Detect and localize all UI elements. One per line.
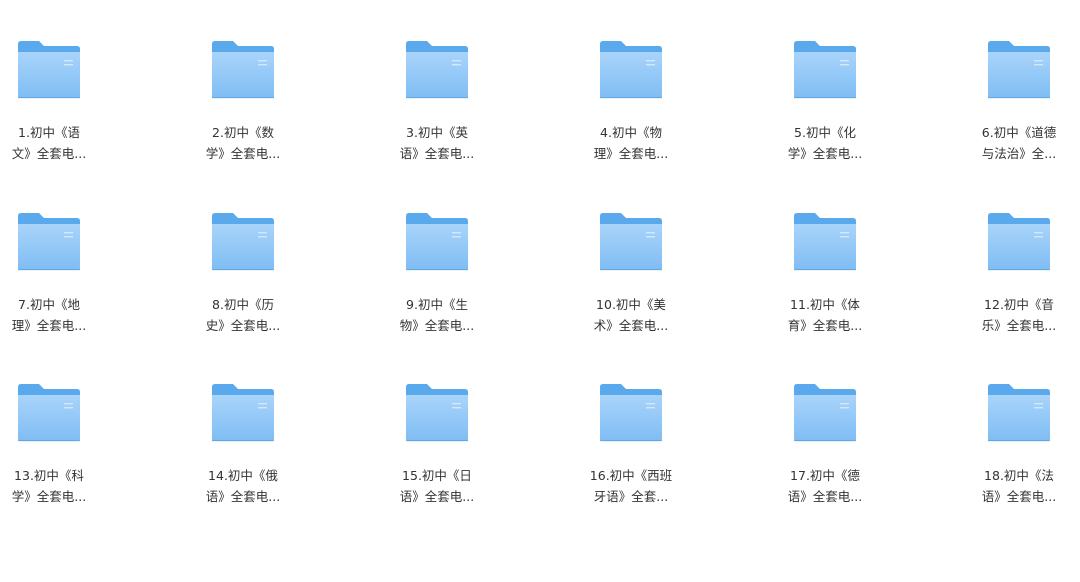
folder-icon[interactable] [987, 40, 1051, 100]
folder-item[interactable]: 10.初中《美 术》全套电... [582, 212, 702, 362]
folder-icon[interactable] [405, 212, 469, 272]
folder-label-line1: 7.初中《地 [18, 297, 80, 312]
folder-icon[interactable] [793, 40, 857, 100]
folder-label: 17.初中《德 语》全套电... [776, 465, 874, 507]
folder-label-line1: 9.初中《生 [406, 297, 468, 312]
folder-label-line2: 语》全套电... [399, 489, 475, 504]
folder-icon[interactable] [987, 383, 1051, 443]
folder-label-line2: 理》全套电... [593, 146, 669, 161]
folder-label-line2: 文》全套电... [11, 146, 87, 161]
folder-label-line2: 与法治》全... [981, 146, 1057, 161]
folder-label: 9.初中《生 物》全套电... [388, 294, 486, 336]
folder-label: 6.初中《道德 与法治》全... [970, 122, 1068, 164]
folder-label-line2: 语》全套电... [981, 489, 1057, 504]
folder-label-line1: 16.初中《西班 [589, 468, 673, 483]
folder-label-line1: 11.初中《体 [790, 297, 860, 312]
folder-item[interactable]: 1.初中《语 文》全套电... [0, 40, 120, 190]
folder-label-line1: 18.初中《法 [984, 468, 1054, 483]
folder-label-line2: 物》全套电... [399, 318, 475, 333]
folder-label-line1: 3.初中《英 [406, 125, 468, 140]
folder-label: 18.初中《法 语》全套电... [970, 465, 1068, 507]
folder-label: 8.初中《历 史》全套电... [194, 294, 292, 336]
folder-label: 3.初中《英 语》全套电... [388, 122, 486, 164]
folder-label-line2: 语》全套电... [205, 489, 281, 504]
folder-label-line1: 12.初中《音 [984, 297, 1054, 312]
folder-icon[interactable] [211, 383, 275, 443]
folder-item[interactable]: 7.初中《地 理》全套电... [0, 212, 120, 362]
folder-label-line1: 13.初中《科 [14, 468, 84, 483]
folder-label: 4.初中《物 理》全套电... [582, 122, 680, 164]
folder-label-line1: 14.初中《俄 [208, 468, 278, 483]
folder-icon[interactable] [599, 383, 663, 443]
folder-label: 5.初中《化 学》全套电... [776, 122, 874, 164]
folder-item[interactable]: 3.初中《英 语》全套电... [388, 40, 508, 190]
folder-item[interactable]: 15.初中《日 语》全套电... [388, 383, 508, 533]
folder-label: 2.初中《数 学》全套电... [194, 122, 292, 164]
folder-icon[interactable] [793, 383, 857, 443]
folder-icon[interactable] [793, 212, 857, 272]
folder-label: 10.初中《美 术》全套电... [582, 294, 680, 336]
folder-label: 12.初中《音 乐》全套电... [970, 294, 1068, 336]
folder-label-line2: 学》全套电... [787, 146, 863, 161]
folder-item[interactable]: 9.初中《生 物》全套电... [388, 212, 508, 362]
folder-item[interactable]: 4.初中《物 理》全套电... [582, 40, 702, 190]
folder-label: 14.初中《俄 语》全套电... [194, 465, 292, 507]
folder-icon[interactable] [17, 212, 81, 272]
folder-icon[interactable] [17, 383, 81, 443]
folder-icon[interactable] [405, 40, 469, 100]
folder-label-line2: 育》全套电... [787, 318, 863, 333]
folder-label-line2: 乐》全套电... [981, 318, 1057, 333]
folder-label-line2: 理》全套电... [11, 318, 87, 333]
folder-icon[interactable] [211, 212, 275, 272]
folder-icon[interactable] [405, 383, 469, 443]
folder-label-line1: 17.初中《德 [790, 468, 860, 483]
folder-label: 1.初中《语 文》全套电... [0, 122, 98, 164]
folder-label-line2: 语》全套电... [787, 489, 863, 504]
folder-label-line2: 术》全套电... [593, 318, 669, 333]
folder-item[interactable]: 12.初中《音 乐》全套电... [970, 212, 1080, 362]
folder-icon[interactable] [211, 40, 275, 100]
folder-item[interactable]: 13.初中《科 学》全套电... [0, 383, 120, 533]
folder-label: 11.初中《体 育》全套电... [776, 294, 874, 336]
folder-label-line1: 10.初中《美 [596, 297, 666, 312]
folder-item[interactable]: 17.初中《德 语》全套电... [776, 383, 896, 533]
folder-label-line1: 2.初中《数 [212, 125, 274, 140]
folder-label-line1: 5.初中《化 [794, 125, 856, 140]
folder-item[interactable]: 8.初中《历 史》全套电... [194, 212, 314, 362]
folder-item[interactable]: 11.初中《体 育》全套电... [776, 212, 896, 362]
folder-label-line2: 史》全套电... [205, 318, 281, 333]
folder-label-line2: 牙语》全套... [593, 489, 669, 504]
folder-label-line2: 学》全套电... [11, 489, 87, 504]
folder-label-line2: 学》全套电... [205, 146, 281, 161]
folder-label-line1: 6.初中《道德 [981, 125, 1057, 140]
folder-grid: 1.初中《语 文》全套电... 2.初中《数 学》全套电... 3.初中《英 语》全套… [0, 0, 1080, 582]
folder-label: 13.初中《科 学》全套电... [0, 465, 98, 507]
folder-label-line1: 15.初中《日 [402, 468, 472, 483]
folder-item[interactable]: 2.初中《数 学》全套电... [194, 40, 314, 190]
folder-label: 16.初中《西班 牙语》全套... [582, 465, 680, 507]
folder-label: 7.初中《地 理》全套电... [0, 294, 98, 336]
folder-item[interactable]: 18.初中《法 语》全套电... [970, 383, 1080, 533]
folder-label: 15.初中《日 语》全套电... [388, 465, 486, 507]
folder-icon[interactable] [599, 40, 663, 100]
folder-item[interactable]: 6.初中《道德 与法治》全... [970, 40, 1080, 190]
folder-item[interactable]: 5.初中《化 学》全套电... [776, 40, 896, 190]
folder-icon[interactable] [17, 40, 81, 100]
folder-item[interactable]: 14.初中《俄 语》全套电... [194, 383, 314, 533]
folder-label-line1: 4.初中《物 [600, 125, 662, 140]
folder-label-line2: 语》全套电... [399, 146, 475, 161]
folder-label-line1: 1.初中《语 [18, 125, 80, 140]
folder-item[interactable]: 16.初中《西班 牙语》全套... [582, 383, 702, 533]
folder-icon[interactable] [599, 212, 663, 272]
folder-icon[interactable] [987, 212, 1051, 272]
folder-label-line1: 8.初中《历 [212, 297, 274, 312]
